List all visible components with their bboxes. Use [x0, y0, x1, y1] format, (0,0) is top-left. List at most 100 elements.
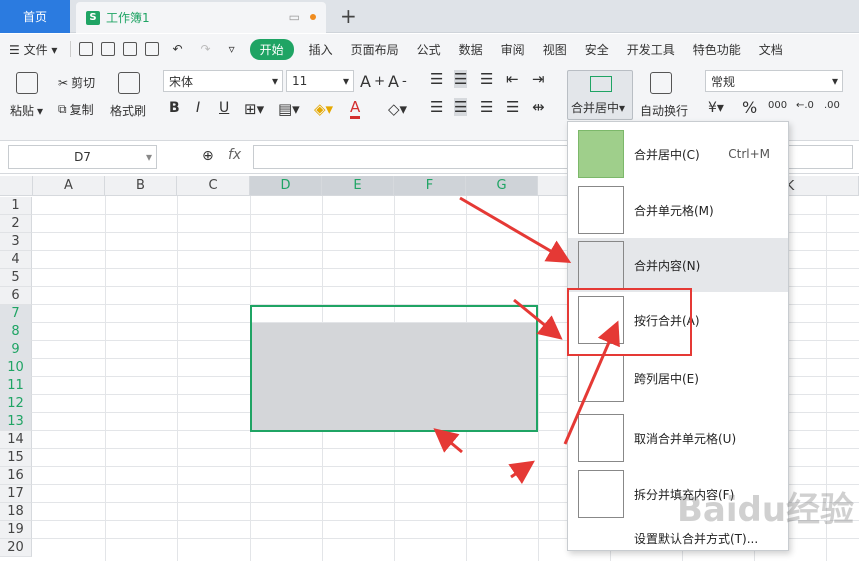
border-icon[interactable]: ⊞▾ [244, 100, 264, 118]
row-header-15[interactable]: 15 [0, 449, 32, 467]
file-menu[interactable]: ☰ 文件 ▾ [0, 41, 66, 58]
redo-icon[interactable]: ↷ [192, 42, 220, 56]
align-left-icon[interactable]: ☰ [430, 98, 443, 116]
row-header-19[interactable]: 19 [0, 521, 32, 539]
row-header-1[interactable]: 1 [0, 197, 32, 215]
thousands-button[interactable]: 000 [768, 100, 787, 111]
align-top-icon[interactable]: ☰ [430, 70, 443, 88]
row-header-13[interactable]: 13 [0, 413, 32, 431]
cut-button[interactable]: ✂ 剪切 [58, 74, 95, 91]
menu-page-layout[interactable]: 页面布局 [342, 41, 408, 58]
print-icon[interactable] [123, 42, 138, 56]
percent-button[interactable]: % [742, 98, 757, 117]
new-tab-button[interactable]: + [340, 4, 357, 28]
italic-button[interactable]: I [196, 100, 200, 116]
distributed-icon[interactable]: ⇹ [532, 98, 545, 116]
wrap-text-button[interactable]: 自动换行 [640, 102, 688, 119]
menu-formula[interactable]: 公式 [408, 41, 450, 58]
row-header-18[interactable]: 18 [0, 503, 32, 521]
column-header-e[interactable]: E [322, 176, 394, 196]
font-name-select[interactable]: 宋体 ▾ [163, 70, 283, 92]
decrease-decimal-icon[interactable]: .00 [824, 100, 840, 111]
menu-data[interactable]: 数据 [450, 41, 492, 58]
decrease-font-icon[interactable]: A- [388, 72, 407, 91]
font-color-icon[interactable]: A [350, 98, 361, 119]
column-header-c[interactable]: C [177, 176, 250, 196]
menu-document[interactable]: 文档 [750, 41, 792, 58]
row-header-20[interactable]: 20 [0, 539, 32, 557]
paste-button[interactable]: 粘贴 ▾ [10, 102, 43, 119]
row-header-9[interactable]: 9 [0, 341, 32, 359]
fx-icon[interactable]: fx [228, 147, 241, 163]
column-header-a[interactable]: A [33, 176, 105, 196]
row-header-2[interactable]: 2 [0, 215, 32, 233]
more-icon[interactable]: ▿ [220, 42, 244, 56]
increase-font-icon[interactable]: A + [360, 72, 385, 91]
menu-item-center-across[interactable]: 跨列居中(E) [568, 352, 788, 404]
zoom-icon[interactable]: ⊕ [202, 148, 214, 164]
wrap-text-icon[interactable] [650, 72, 672, 94]
menu-item-unmerge[interactable]: 取消合并单元格(U) [568, 412, 788, 464]
column-header-f[interactable]: F [394, 176, 466, 196]
preview-icon[interactable] [145, 42, 160, 56]
chevron-down-icon: ▾ [271, 74, 278, 88]
increase-decimal-icon[interactable]: ←.0 [796, 100, 814, 111]
cut-label: 剪切 [71, 76, 96, 90]
menu-insert[interactable]: 插入 [300, 41, 342, 58]
column-header-g[interactable]: G [466, 176, 538, 196]
undo-icon[interactable]: ↶ [163, 42, 191, 56]
align-bottom-icon[interactable]: ☰ [480, 70, 493, 88]
row-header-8[interactable]: 8 [0, 323, 32, 341]
row-header-5[interactable]: 5 [0, 269, 32, 287]
fill-pattern-icon[interactable]: ▤▾ [278, 100, 300, 118]
row-header-10[interactable]: 10 [0, 359, 32, 377]
fill-color-icon[interactable]: ◈▾ [314, 100, 333, 118]
tab-document[interactable]: S 工作簿1 ▭ [76, 2, 326, 33]
copy-button[interactable]: ⧉ 复制 [58, 101, 94, 118]
tab-start[interactable]: 开始 [249, 38, 294, 60]
selected-range[interactable] [250, 305, 538, 432]
row-header-17[interactable]: 17 [0, 485, 32, 503]
bold-button[interactable]: B [169, 100, 180, 116]
row-header-11[interactable]: 11 [0, 377, 32, 395]
format-painter-icon[interactable] [118, 72, 140, 94]
paste-icon[interactable] [16, 72, 38, 94]
menu-item-merge-center[interactable]: 合并居中(C) Ctrl+M [568, 128, 788, 180]
row-header-14[interactable]: 14 [0, 431, 32, 449]
share-icon[interactable] [101, 42, 116, 56]
currency-icon[interactable]: ¥▾ [708, 100, 724, 116]
menu-security[interactable]: 安全 [576, 41, 618, 58]
row-header-16[interactable]: 16 [0, 467, 32, 485]
menu-review[interactable]: 审阅 [492, 41, 534, 58]
row-header-4[interactable]: 4 [0, 251, 32, 269]
row-header-7[interactable]: 7 [0, 305, 32, 323]
font-size-select[interactable]: 11 ▾ [286, 70, 354, 92]
outdent-icon[interactable]: ⇤ [506, 70, 519, 88]
clear-icon[interactable]: ◇▾ [388, 100, 407, 118]
align-middle-icon[interactable]: ☰ [454, 70, 468, 88]
monitor-icon[interactable]: ▭ [289, 10, 300, 24]
align-right-icon[interactable]: ☰ [480, 98, 493, 116]
select-all-corner[interactable] [0, 176, 33, 196]
number-format-select[interactable]: 常规 ▾ [705, 70, 843, 92]
row-header-3[interactable]: 3 [0, 233, 32, 251]
menu-view[interactable]: 视图 [534, 41, 576, 58]
align-center-icon[interactable]: ☰ [454, 98, 468, 116]
row-header-12[interactable]: 12 [0, 395, 32, 413]
justify-icon[interactable]: ☰ [506, 98, 519, 116]
row-header-6[interactable]: 6 [0, 287, 32, 305]
name-box[interactable]: D7 ▾ [8, 145, 157, 169]
menu-developer[interactable]: 开发工具 [618, 41, 684, 58]
merge-content-icon [578, 241, 624, 289]
underline-button[interactable]: U [219, 100, 229, 116]
format-painter-button[interactable]: 格式刷 [110, 102, 146, 119]
menu-item-merge-content[interactable]: 合并内容(N) [568, 238, 788, 292]
column-header-d[interactable]: D [250, 176, 322, 196]
save-icon[interactable] [79, 42, 94, 56]
column-header-b[interactable]: B [105, 176, 177, 196]
tab-home[interactable]: 首页 [0, 0, 70, 33]
indent-icon[interactable]: ⇥ [532, 70, 545, 88]
menu-item-merge-cells[interactable]: 合并单元格(M) [568, 184, 788, 236]
menu-features[interactable]: 特色功能 [684, 41, 750, 58]
merge-center-button[interactable]: 合并居中▾ [567, 70, 633, 120]
